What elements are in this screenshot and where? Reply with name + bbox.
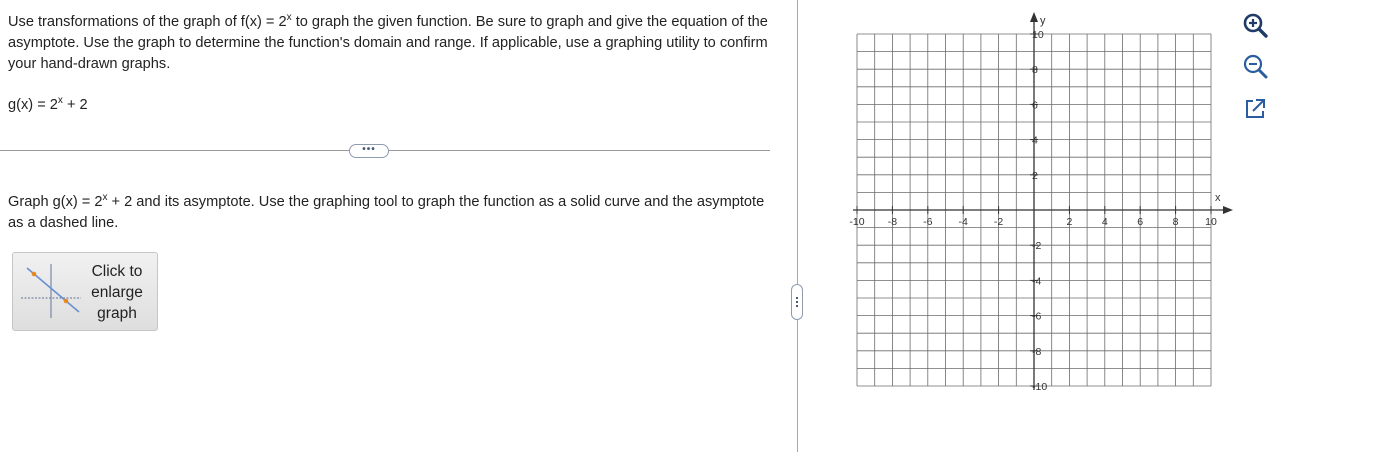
popout-icon[interactable] <box>1240 94 1270 124</box>
x-tick-label: -8 <box>888 216 897 228</box>
y-tick-label: -10 <box>1032 381 1047 393</box>
x-tick-label: -6 <box>923 216 932 228</box>
y-tick-label: 4 <box>1032 135 1038 147</box>
x-tick-label: -2 <box>994 216 1003 228</box>
y-tick-label: 6 <box>1032 99 1038 111</box>
zoom-out-icon[interactable] <box>1240 51 1270 81</box>
y-tick-label: -8 <box>1032 346 1041 358</box>
x-tick-label: 2 <box>1066 216 1072 228</box>
x-tick-label: 10 <box>1205 216 1217 228</box>
x-axis-label: x <box>1215 192 1221 204</box>
x-tick-label: 8 <box>1173 216 1179 228</box>
y-tick-label: 8 <box>1032 64 1038 76</box>
y-axis-label: y <box>1040 15 1046 27</box>
coordinate-graph[interactable]: x y -10 -8 -6 -4 -2 2 4 6 8 10 10 8 6 4 2 -2 -4 -6 -8 -10 <box>0 0 1390 452</box>
y-axis-arrow-icon <box>1030 12 1038 22</box>
x-tick-label: 4 <box>1102 216 1108 228</box>
x-tick-label: 6 <box>1137 216 1143 228</box>
x-tick-label: -10 <box>849 216 864 228</box>
y-tick-label: 2 <box>1032 170 1038 182</box>
x-axis-arrow-icon <box>1223 206 1233 214</box>
y-tick-label: 10 <box>1032 29 1044 41</box>
zoom-in-icon[interactable] <box>1240 10 1270 40</box>
y-tick-label: -2 <box>1032 240 1041 252</box>
y-tick-label: -6 <box>1032 311 1041 323</box>
x-tick-label: -4 <box>959 216 968 228</box>
y-tick-label: -4 <box>1032 275 1041 287</box>
